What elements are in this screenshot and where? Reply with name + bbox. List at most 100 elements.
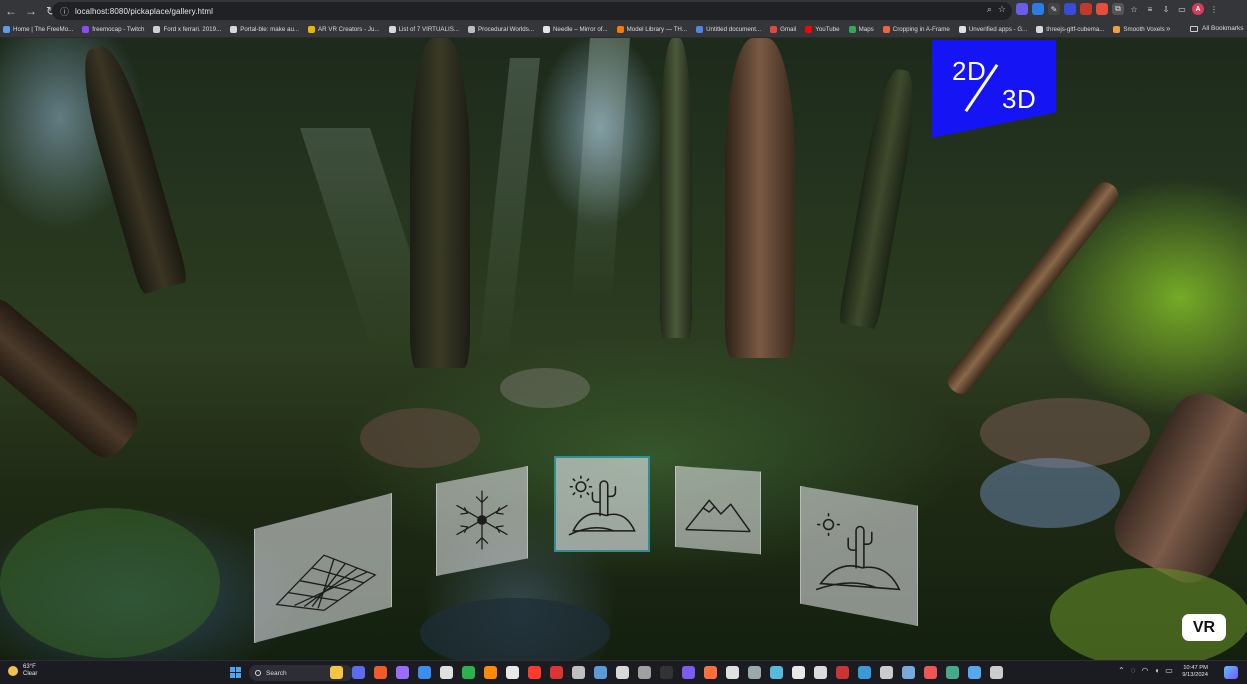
- bookmark-item[interactable]: Home | The FreeMo...: [3, 26, 73, 33]
- taskbar-app-icon[interactable]: [660, 666, 673, 679]
- bookmark-favicon-icon: [3, 26, 10, 33]
- address-bar[interactable]: ⓘ localhost:8080/pickaplace/gallery.html…: [52, 2, 1012, 20]
- extension-icon[interactable]: ✎: [1048, 3, 1060, 15]
- bookmark-favicon-icon: [153, 26, 161, 33]
- bookmark-label: Smooth Voxels: [1123, 26, 1165, 33]
- mountain-panel[interactable]: [675, 466, 761, 555]
- extension-icon[interactable]: [1064, 3, 1076, 15]
- desert-panel-selected[interactable]: [554, 456, 650, 552]
- wifi-icon[interactable]: ◠: [1141, 666, 1148, 675]
- desert-cactus-icon: [568, 475, 636, 536]
- chevron-up-icon[interactable]: ⌃: [1118, 666, 1125, 675]
- bookmarks-star-icon[interactable]: ☆: [1128, 3, 1140, 15]
- clock[interactable]: 10:47 PM 9/13/2024: [1170, 665, 1208, 679]
- bookmark-item[interactable]: Portal-ble: make au...: [230, 26, 299, 33]
- plane-grid-panel[interactable]: [254, 493, 392, 643]
- taskbar-app-icon[interactable]: [792, 666, 805, 679]
- bookmark-item[interactable]: Cropping in A-Frame: [882, 26, 950, 33]
- taskbar-app-icon[interactable]: [396, 666, 409, 679]
- taskbar-app-icon[interactable]: [946, 666, 959, 679]
- url-text[interactable]: localhost:8080/pickaplace/gallery.html: [75, 7, 213, 16]
- site-info-icon[interactable]: ⓘ: [60, 5, 69, 18]
- extension-icon[interactable]: [1016, 3, 1028, 15]
- taskbar-app-icon[interactable]: [748, 666, 761, 679]
- zoom-icon[interactable]: ⌕: [987, 4, 992, 15]
- windows-start-icon[interactable]: [230, 667, 241, 678]
- menu-kebab-icon[interactable]: ⋮: [1208, 3, 1220, 15]
- taskbar-app-icon[interactable]: [638, 666, 651, 679]
- taskbar-app-icon[interactable]: [528, 666, 541, 679]
- taskbar-app-icon[interactable]: [990, 666, 1003, 679]
- taskbar-app-icon[interactable]: [770, 666, 783, 679]
- taskbar-app-icon[interactable]: [550, 666, 563, 679]
- bookmark-item[interactable]: threejs-gltf-cubema...: [1036, 26, 1104, 33]
- all-bookmarks-button[interactable]: All Bookmarks: [1190, 25, 1244, 32]
- taskbar-app-icon[interactable]: [352, 666, 365, 679]
- bookmark-item[interactable]: Needle – Mirror of...: [542, 26, 608, 33]
- forward-icon[interactable]: →: [22, 2, 40, 20]
- taskbar-app-icon[interactable]: [462, 666, 475, 679]
- bookmark-favicon-icon: [958, 26, 966, 33]
- network-icon[interactable]: ◌: [1131, 666, 1136, 675]
- taskbar-app-icon[interactable]: [836, 666, 849, 679]
- taskbar-app-icon[interactable]: [374, 666, 387, 679]
- bookmark-star-icon[interactable]: ☆: [998, 4, 1006, 15]
- bookmark-item[interactable]: Procedural Worlds...: [468, 26, 534, 33]
- taskbar-app-icon[interactable]: [440, 666, 453, 679]
- bookmark-favicon-icon: [82, 26, 90, 33]
- split-view-icon[interactable]: ▭: [1176, 3, 1188, 15]
- taskbar-app-icon[interactable]: [968, 666, 981, 679]
- extension-icon[interactable]: [1032, 3, 1044, 15]
- snowflake-panel[interactable]: [436, 466, 528, 576]
- tree-trunk: [72, 40, 190, 295]
- bookmark-item[interactable]: Untitled document...: [696, 26, 761, 33]
- bookmark-item[interactable]: Model Library — TH...: [616, 26, 687, 33]
- extension-icon[interactable]: [1096, 3, 1108, 15]
- bookmark-item[interactable]: Maps: [848, 26, 874, 33]
- all-bookmarks-label: All Bookmarks: [1202, 25, 1244, 32]
- profile-avatar[interactable]: A: [1192, 3, 1204, 15]
- volume-icon[interactable]: ◖: [1154, 666, 1159, 675]
- bookmark-favicon-icon: [848, 26, 856, 33]
- tree-trunk: [837, 66, 923, 330]
- taskbar-app-icon[interactable]: [704, 666, 717, 679]
- bookmark-item[interactable]: Unverified apps - G...: [958, 26, 1027, 33]
- bookmark-label: threejs-gltf-cubema...: [1046, 26, 1105, 33]
- extensions-puzzle-icon[interactable]: ⧉: [1112, 3, 1124, 15]
- more-bookmarks-icon[interactable]: »: [1166, 24, 1170, 33]
- taskbar-app-icon[interactable]: [418, 666, 431, 679]
- tab-search-icon[interactable]: ≡: [1144, 3, 1156, 15]
- taskbar-app-icon[interactable]: [484, 666, 497, 679]
- taskbar-app-icon[interactable]: [572, 666, 585, 679]
- taskbar-app-icon[interactable]: [330, 666, 343, 679]
- bookmark-item[interactable]: Ford x ferrari. 2019...: [153, 26, 221, 33]
- taskbar-app-icon[interactable]: [902, 666, 915, 679]
- 2d-3d-toggle-button[interactable]: 2D 3D: [932, 40, 1056, 138]
- bookmark-item[interactable]: List of 7 VIRTUALIS...: [388, 26, 459, 33]
- taskbar-app-icon[interactable]: [682, 666, 695, 679]
- bookmark-item[interactable]: YouTube: [805, 26, 840, 33]
- taskbar-app-icon[interactable]: [506, 666, 519, 679]
- back-icon[interactable]: ←: [2, 2, 20, 20]
- taskbar-app-icon[interactable]: [616, 666, 629, 679]
- bookmark-item[interactable]: Gmail: [770, 26, 796, 33]
- date-text: 9/13/2024: [1182, 672, 1208, 678]
- taskbar-app-icon[interactable]: [924, 666, 937, 679]
- taskbar-app-icon[interactable]: [858, 666, 871, 679]
- weather-widget[interactable]: 63°F Clear: [8, 664, 37, 678]
- bookmark-item[interactable]: freemocap - Twitch: [82, 26, 144, 33]
- taskbar-app-icon[interactable]: [594, 666, 607, 679]
- vr-button[interactable]: VR: [1182, 614, 1226, 641]
- forest-scene-canvas[interactable]: 2D 3D VR: [0, 38, 1247, 660]
- browser-toolbar: ← → ↻ ⓘ localhost:8080/pickaplace/galler…: [0, 0, 1247, 22]
- bookmark-item[interactable]: AR VR Creators - Ju...: [308, 26, 380, 33]
- desert-panel-2[interactable]: [800, 486, 918, 626]
- taskbar-app-icon[interactable]: [726, 666, 739, 679]
- taskbar-app-icon[interactable]: [880, 666, 893, 679]
- wireframe-plane-icon: [275, 554, 377, 612]
- extension-icon[interactable]: [1080, 3, 1092, 15]
- notification-icon[interactable]: [1224, 666, 1238, 679]
- taskbar-app-icon[interactable]: [814, 666, 827, 679]
- download-icon[interactable]: ⇩: [1160, 3, 1172, 15]
- bookmark-item[interactable]: Smooth Voxels: [1113, 26, 1165, 33]
